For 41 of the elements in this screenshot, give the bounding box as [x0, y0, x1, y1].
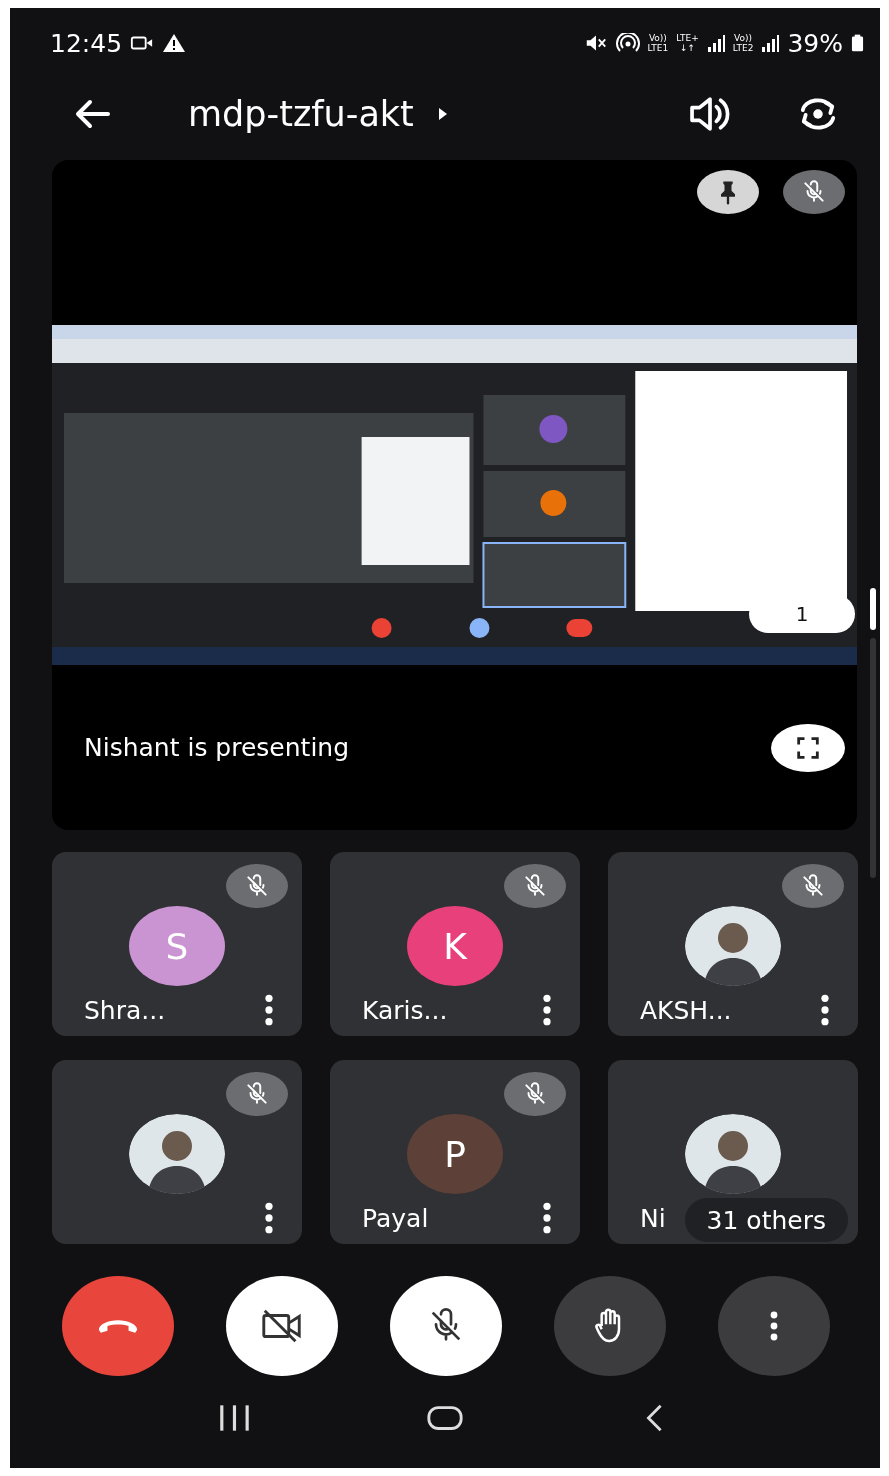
battery-icon — [851, 33, 864, 53]
network-label: Vo)) LTE2 — [732, 33, 754, 53]
pin-button[interactable] — [697, 170, 759, 214]
participant-name: Ni — [640, 1203, 666, 1233]
more-icon[interactable] — [542, 994, 552, 1026]
home-icon[interactable] — [426, 1403, 464, 1433]
meeting-code[interactable]: mdp-tzfu-akt — [188, 94, 414, 134]
participant-name: Payal — [362, 1203, 429, 1233]
caret-icon[interactable] — [437, 107, 448, 121]
avatar-icon — [685, 906, 781, 986]
more-icon — [769, 1311, 779, 1341]
more-icon[interactable] — [264, 1202, 274, 1234]
participant-name: Karis... — [362, 995, 448, 1025]
participant-name: AKSH... — [640, 995, 732, 1025]
avatar-initial: P — [407, 1114, 503, 1194]
more-icon[interactable] — [820, 994, 830, 1026]
avatar-initial: S — [129, 906, 225, 986]
network-label: LTE+ ↓↑ — [676, 33, 699, 53]
warning-icon — [162, 33, 187, 53]
avatar-icon — [129, 1114, 225, 1194]
presenting-caption: Nishant is presenting — [84, 733, 350, 762]
signal-icon — [761, 34, 780, 52]
participant-tile[interactable]: AKSH... — [608, 852, 858, 1036]
speaker-icon[interactable] — [688, 95, 732, 133]
signal-icon — [706, 34, 725, 52]
avatar-initial: K — [407, 906, 503, 986]
network-label: Vo)) LTE1 — [647, 33, 669, 53]
battery-level: 39% — [787, 28, 843, 58]
more-icon[interactable] — [542, 1202, 552, 1234]
participant-name: Shra... — [84, 995, 166, 1025]
participant-tile[interactable]: Ni 31 others — [608, 1060, 858, 1244]
participant-tile[interactable] — [52, 1060, 302, 1244]
participant-tile[interactable]: K Karis... — [330, 852, 580, 1036]
participant-tile[interactable]: P Payal — [330, 1060, 580, 1244]
avatar-icon — [685, 1114, 781, 1194]
others-pill[interactable]: 31 others — [684, 1198, 848, 1242]
hotspot-icon — [615, 33, 640, 53]
participant-tile[interactable]: S Shra... — [52, 852, 302, 1036]
count-badge: 1 — [749, 595, 855, 633]
clock-time: 12:45 — [50, 28, 123, 58]
more-icon[interactable] — [264, 994, 274, 1026]
